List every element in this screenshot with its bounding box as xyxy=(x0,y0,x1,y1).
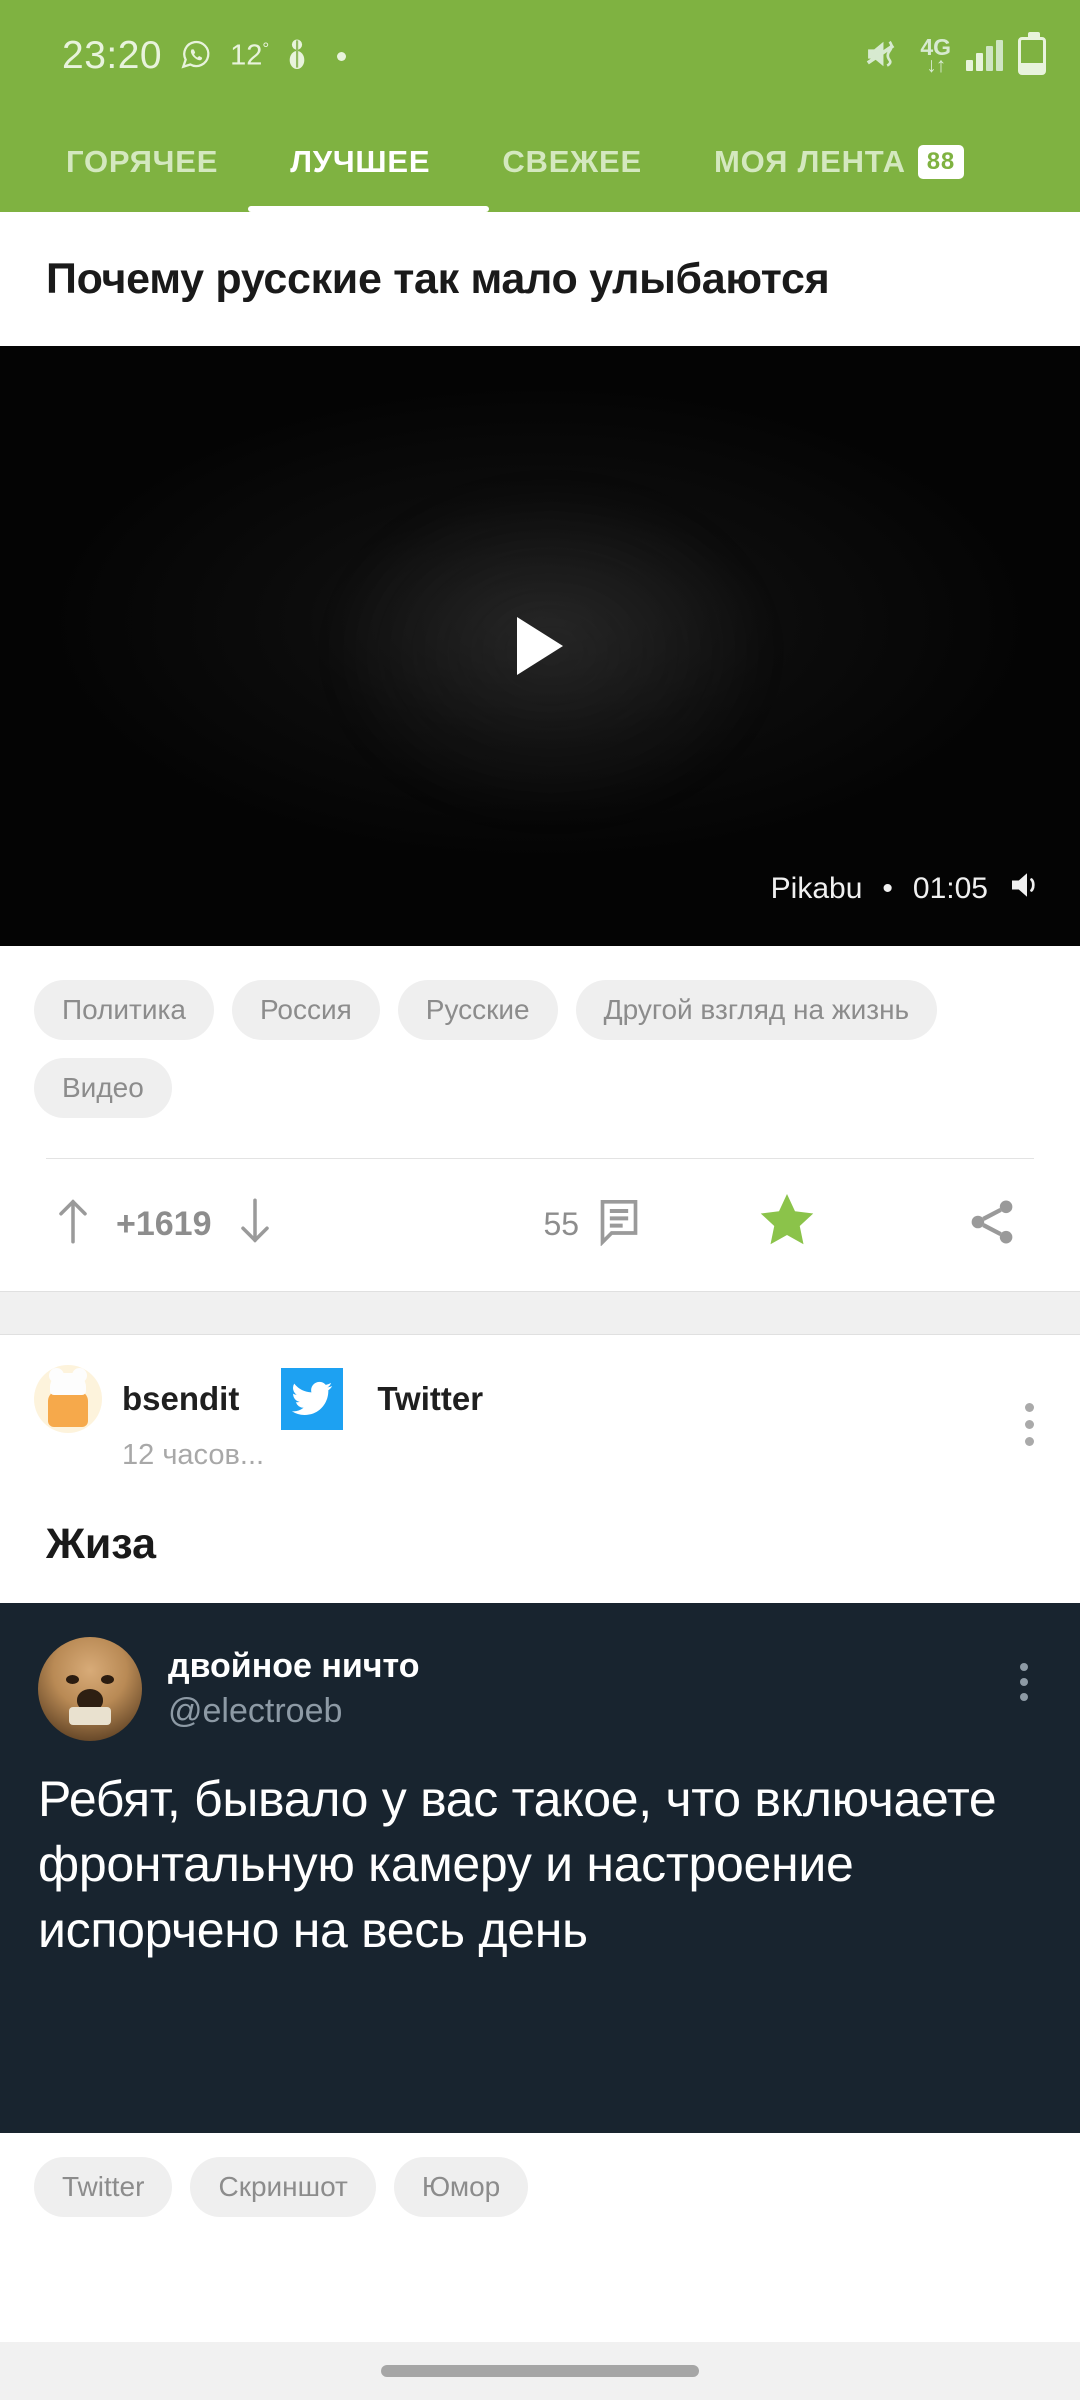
tab-my-feed[interactable]: МОЯ ЛЕНТА 88 xyxy=(678,112,1000,212)
tab-hot[interactable]: ГОРЯЧЕЕ xyxy=(30,112,254,212)
video-player[interactable]: Pikabu • 01:05 xyxy=(0,345,1080,946)
tweet-identity: двойное ничто @electroeb xyxy=(168,1647,420,1731)
post-separator xyxy=(0,1290,1080,1335)
snowman-icon xyxy=(286,37,308,76)
tag-item[interactable]: Русские xyxy=(397,979,558,1040)
embedded-tweet-card[interactable]: двойное ничто @electroeb Ребят, бывало у… xyxy=(0,1602,1080,2133)
tag-item[interactable]: Россия xyxy=(231,979,380,1040)
kebab-menu-icon[interactable] xyxy=(1025,1402,1034,1446)
tag-item[interactable]: Скриншот xyxy=(190,2156,376,2217)
arrow-up-icon[interactable] xyxy=(56,1197,90,1252)
post-title[interactable]: Почему русские так мало улыбаются xyxy=(0,212,1080,346)
app-screen: 23:20 12° 4G ↓↑ ГОРЯЧЕЕ ЛУЧШЕЕ СВЕЖЕЕ МО… xyxy=(0,0,1080,2400)
tweet-text: Ребят, бывало у вас такое, что включаете… xyxy=(38,1770,997,1958)
tweet-header: двойное ничто @electroeb xyxy=(38,1636,1042,1741)
post-time-ago: 12 часов... xyxy=(122,1438,265,1471)
status-clock: 23:20 xyxy=(62,34,163,77)
post-action-bar[interactable]: +1619 55 xyxy=(0,1159,1080,1291)
comments-button[interactable]: 55 xyxy=(544,1198,642,1251)
author-row[interactable]: bsendit Twitter xyxy=(34,1364,1046,1433)
share-button[interactable] xyxy=(966,1196,1018,1253)
community-name[interactable]: Twitter xyxy=(377,1380,483,1418)
home-gesture-handle[interactable] xyxy=(381,2365,699,2377)
whatsapp-icon xyxy=(179,37,213,76)
status-bar: 23:20 12° 4G ↓↑ xyxy=(0,0,1080,112)
tag-item[interactable]: Другой взгляд на жизнь xyxy=(575,979,938,1040)
status-temperature: 12° xyxy=(230,39,270,72)
comments-count: 55 xyxy=(543,1206,580,1243)
network-type-icon: 4G ↓↑ xyxy=(920,33,951,77)
play-icon[interactable] xyxy=(517,616,563,675)
active-tab-indicator xyxy=(248,206,489,212)
author-username[interactable]: bsendit xyxy=(122,1380,239,1418)
post-title[interactable]: Жиза xyxy=(0,1490,1080,1603)
tag-item[interactable]: Политика xyxy=(34,979,214,1040)
video-meta-separator: • xyxy=(882,871,893,905)
system-navigation-bar xyxy=(0,2342,1080,2400)
tag-item[interactable]: Видео xyxy=(34,1057,172,1118)
share-icon[interactable] xyxy=(966,1200,1018,1252)
tab-best[interactable]: ЛУЧШЕЕ xyxy=(254,112,466,212)
tweet-display-name: двойное ничто xyxy=(168,1646,420,1685)
mute-vibrate-icon xyxy=(865,37,905,76)
tag-item[interactable]: Юмор xyxy=(393,2156,529,2217)
post-author-header[interactable]: bsendit Twitter 12 часов... xyxy=(0,1335,1080,1490)
my-feed-badge: 88 xyxy=(917,145,965,179)
tag-item[interactable]: Twitter xyxy=(34,2156,173,2217)
comment-icon[interactable] xyxy=(597,1198,641,1251)
twitter-bird-icon[interactable] xyxy=(281,1367,344,1430)
status-bar-right: 4G ↓↑ xyxy=(865,32,1046,77)
battery-low-icon xyxy=(1018,32,1046,75)
post-score: +1619 xyxy=(116,1205,212,1244)
tab-my-feed-label: МОЯ ЛЕНТА xyxy=(713,144,906,179)
post-tags[interactable]: Twitter Скриншот Юмор xyxy=(0,2133,1080,2217)
signal-bars-icon xyxy=(966,40,1003,71)
vote-group[interactable]: +1619 xyxy=(0,1197,272,1252)
post-tags[interactable]: Политика Россия Русские Другой взгляд на… xyxy=(0,946,1080,1126)
avatar[interactable] xyxy=(34,1364,102,1433)
speaker-on-icon[interactable] xyxy=(1008,870,1046,908)
status-extra-dot xyxy=(337,51,347,61)
arrow-down-icon[interactable] xyxy=(238,1197,272,1252)
video-duration: 01:05 xyxy=(912,871,988,905)
status-bar-left: 23:20 12° xyxy=(62,34,347,78)
save-button[interactable] xyxy=(756,1190,818,1260)
kebab-menu-icon[interactable] xyxy=(1020,1662,1028,1701)
tweet-handle: @electroeb xyxy=(168,1691,343,1730)
video-meta: Pikabu • 01:05 xyxy=(771,870,1046,908)
feed-tab-bar[interactable]: ГОРЯЧЕЕ ЛУЧШЕЕ СВЕЖЕЕ МОЯ ЛЕНТА 88 xyxy=(0,112,1080,212)
video-source: Pikabu xyxy=(770,871,863,905)
tab-fresh[interactable]: СВЕЖЕЕ xyxy=(466,112,678,212)
star-icon[interactable] xyxy=(756,1193,818,1263)
chewbacca-avatar xyxy=(38,1636,142,1741)
